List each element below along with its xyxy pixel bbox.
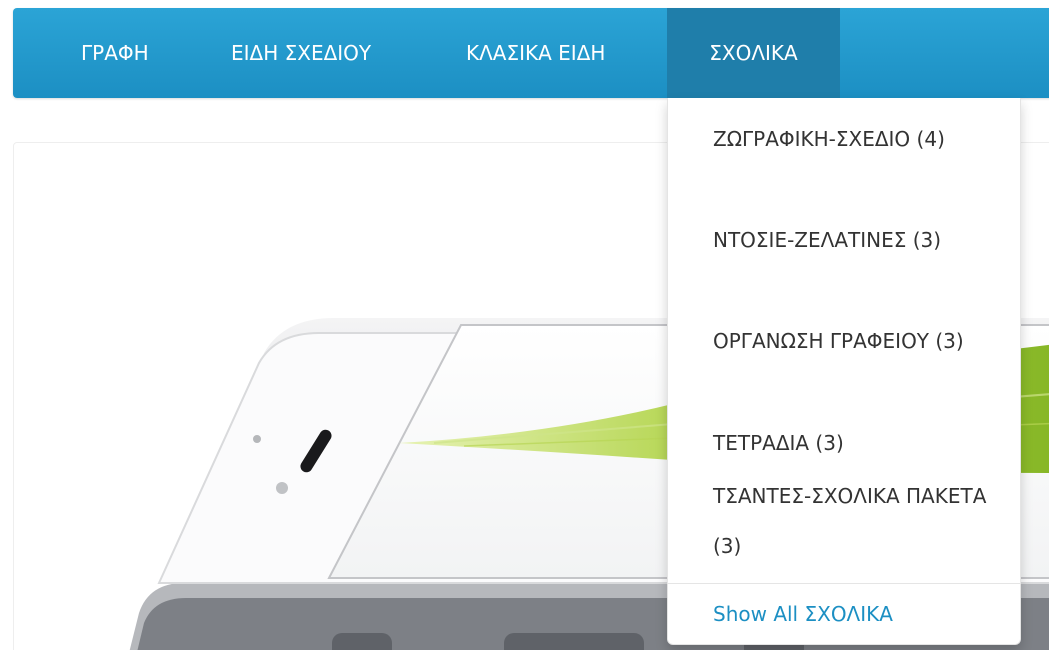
page: ΓΡΑΦΗ ΕΙΔΗ ΣΧΕΔΙΟΥ ΚΛΑΣΙΚΑ ΕΙΔΗ ΣΧΟΛΙΚΑ — [0, 0, 1049, 650]
sxolika-dropdown-menu: ΖΩΓΡΑΦΙΚΗ-ΣΧΕΔΙΟ (4) ΝΤΟΣΙΕ-ΖΕΛΑΤΙΝΕΣ (3… — [667, 98, 1021, 645]
dropdown-divider — [668, 583, 1020, 584]
nav-item-sxolika[interactable]: ΣΧΟΛΙΚΑ — [667, 8, 840, 98]
show-all-sxolika-link[interactable]: Show All ΣΧΟΛΙΚΑ — [713, 592, 893, 636]
dropdown-item-organosi-grafeiou[interactable]: ΟΡΓΑΝΩΣΗ ΓΡΑΦΕΙΟΥ (3) — [713, 316, 1003, 366]
nav-item-grafi[interactable]: ΓΡΑΦΗ — [81, 8, 149, 98]
nav-item-eidi-sxediou[interactable]: ΕΙΔΗ ΣΧΕΔΙΟΥ — [231, 8, 371, 98]
nav-item-klasika-eidi[interactable]: ΚΛΑΣΙΚΑ ΕΙΔΗ — [466, 8, 605, 98]
top-navbar: ΓΡΑΦΗ ΕΙΔΗ ΣΧΕΔΙΟΥ ΚΛΑΣΙΚΑ ΕΙΔΗ ΣΧΟΛΙΚΑ — [13, 8, 1049, 98]
dropdown-item-tsantes-sxolika-paketa[interactable]: ΤΣΑΝΤΕΣ-ΣΧΟΛΙΚΑ ΠΑΚΕΤΑ (3) — [713, 471, 1003, 571]
dropdown-item-tetradia[interactable]: ΤΕΤΡΑΔΙΑ (3) — [713, 418, 1003, 468]
dropdown-item-ntosie-zelatines[interactable]: ΝΤΟΣΙΕ-ΖΕΛΑΤΙΝΕΣ (3) — [713, 215, 1003, 265]
dropdown-item-zografiki-sxedio[interactable]: ΖΩΓΡΑΦΙΚΗ-ΣΧΕΔΙΟ (4) — [713, 114, 1003, 164]
